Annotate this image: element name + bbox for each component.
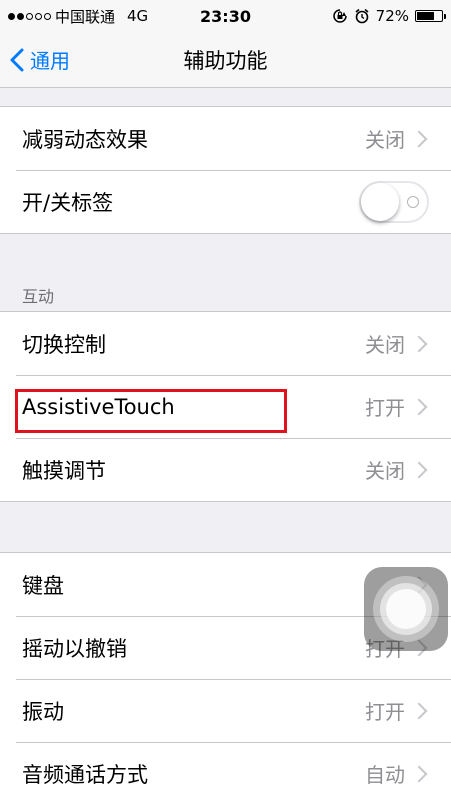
- row-value: 打开: [365, 396, 405, 420]
- row-value: 关闭: [365, 128, 405, 152]
- row-on-off-labels: 开/关标签: [0, 170, 451, 233]
- signal-strength-icon: [8, 12, 51, 20]
- chevron-right-icon: [410, 335, 428, 352]
- row-call-audio-routing[interactable]: 音频通话方式 自动: [0, 742, 451, 800]
- row-vibration[interactable]: 振动 打开: [0, 679, 451, 742]
- row-touch-accommodations[interactable]: 触摸调节 关闭: [0, 438, 451, 501]
- on-off-labels-toggle[interactable]: [359, 180, 429, 223]
- row-value: 关闭: [365, 459, 405, 483]
- network-type: 4G: [127, 7, 149, 25]
- row-label: 切换控制: [22, 332, 106, 357]
- alarm-icon: [355, 8, 369, 24]
- screen: 中国联通 4G 23:30 72% 通用 辅助功能 减弱动态效果 关闭 开/关标…: [0, 0, 451, 800]
- row-label: 键盘: [22, 573, 64, 598]
- signal-dot: [44, 12, 51, 20]
- row-reduce-motion[interactable]: 减弱动态效果 关闭: [0, 107, 451, 170]
- row-label: 摇动以撤销: [22, 636, 127, 661]
- battery-fill: [417, 12, 434, 20]
- back-button[interactable]: 通用: [10, 32, 70, 87]
- row-switch-control[interactable]: 切换控制 关闭: [0, 312, 451, 375]
- status-right: 72%: [332, 7, 446, 25]
- row-value: 自动: [365, 763, 405, 787]
- signal-dot: [26, 12, 33, 20]
- row-label: 减弱动态效果: [22, 127, 148, 152]
- carrier-name: 中国联通: [55, 7, 116, 26]
- signal-dot: [35, 12, 42, 20]
- chevron-left-icon: [10, 48, 24, 71]
- toggle-off-indicator-icon: [407, 195, 419, 208]
- row-value: 关闭: [365, 333, 405, 357]
- settings-group-display: 减弱动态效果 关闭 开/关标签: [0, 106, 451, 234]
- orientation-lock-icon: [332, 9, 347, 23]
- status-left: 中国联通 4G: [8, 6, 178, 27]
- row-label: 音频通话方式: [22, 762, 148, 787]
- navigation-bar: 通用 辅助功能: [0, 32, 451, 88]
- row-label: 开/关标签: [22, 190, 114, 215]
- status-bar: 中国联通 4G 23:30 72%: [0, 0, 451, 32]
- highlight-annotation-box: [15, 389, 287, 433]
- chevron-right-icon: [410, 702, 428, 719]
- section-header-interaction: 互动: [22, 287, 55, 306]
- row-value: 打开: [365, 700, 405, 724]
- chevron-right-icon: [410, 461, 428, 478]
- toggle-knob: [361, 182, 399, 221]
- back-button-label: 通用: [30, 49, 70, 73]
- chevron-right-icon: [410, 130, 428, 147]
- row-label: 触摸调节: [22, 458, 106, 483]
- signal-dot: [17, 12, 24, 20]
- signal-dot: [8, 12, 15, 20]
- battery-percent: 72%: [375, 7, 409, 25]
- assistive-touch-floating-button[interactable]: [364, 567, 448, 651]
- chevron-right-icon: [410, 765, 428, 782]
- battery-icon: [415, 10, 446, 22]
- assistive-touch-center-icon: [386, 589, 426, 629]
- chevron-right-icon: [410, 398, 428, 415]
- row-label: 振动: [22, 699, 64, 724]
